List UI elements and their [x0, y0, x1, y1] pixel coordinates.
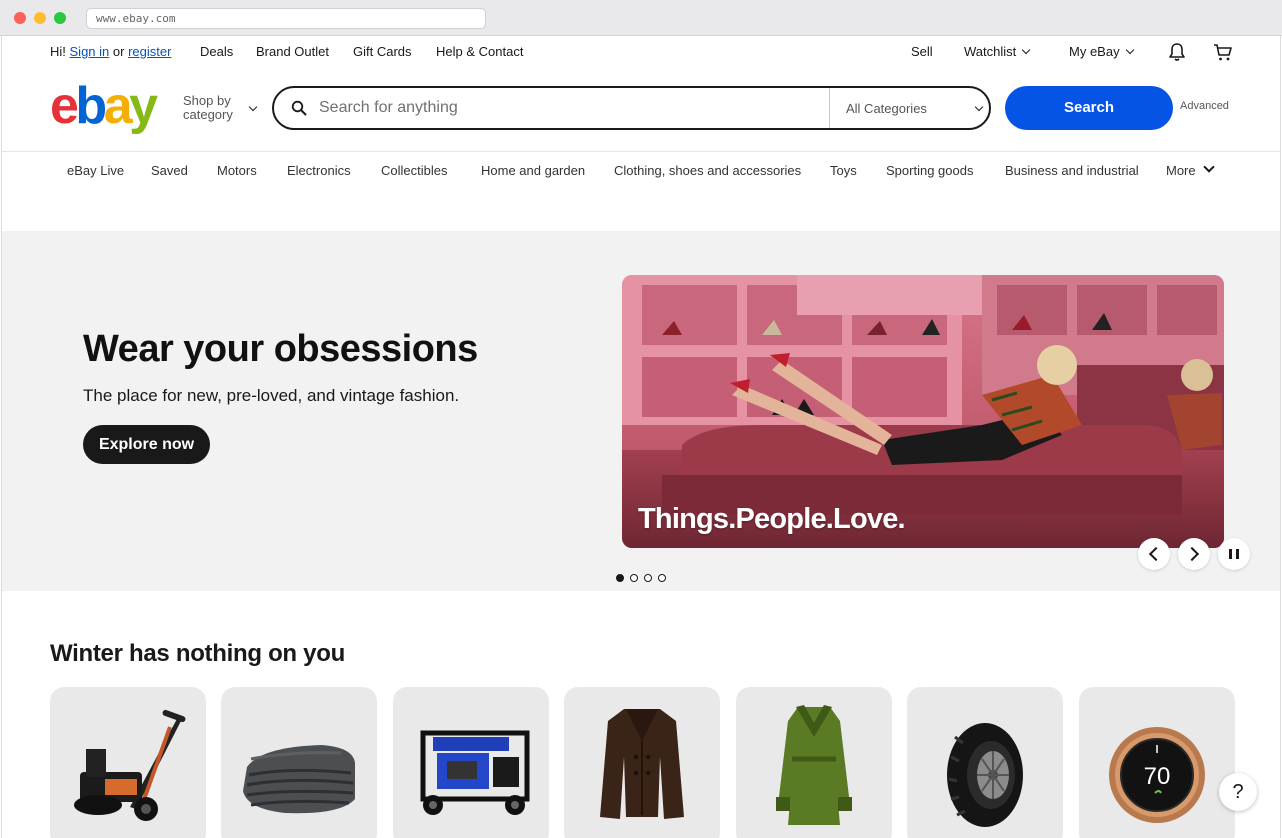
tile-thermostat[interactable]: 70 — [1079, 687, 1235, 838]
hero-title: Wear your obsessions — [83, 328, 478, 370]
nav-more[interactable]: More — [1166, 161, 1215, 178]
hero-banner: Wear your obsessions The place for new, … — [2, 231, 1280, 591]
advanced-search-link[interactable]: Advanced — [1180, 100, 1229, 112]
brand-outlet-link[interactable]: Brand Outlet — [256, 44, 329, 59]
carousel-indicators — [616, 569, 672, 582]
category-select[interactable]: All Categories — [829, 88, 989, 128]
thermostat-display: 70 — [1144, 763, 1171, 790]
gift-cards-link[interactable]: Gift Cards — [353, 44, 412, 59]
leather-coat-image — [600, 709, 684, 819]
carousel-dot[interactable] — [658, 574, 666, 582]
deals-link[interactable]: Deals — [200, 44, 233, 59]
green-coat-image — [776, 705, 852, 825]
nav-electronics[interactable]: Electronics — [287, 163, 351, 178]
tile-leather-coat[interactable] — [564, 687, 720, 838]
address-bar[interactable]: www.ebay.com — [86, 8, 486, 29]
nav-home-and-garden[interactable]: Home and garden — [481, 163, 585, 178]
chevron-left-icon — [1148, 546, 1164, 562]
window-close-button[interactable] — [14, 12, 26, 24]
window-minimize-button[interactable] — [34, 12, 46, 24]
bell-icon[interactable] — [1168, 42, 1186, 62]
blanket-image — [243, 745, 355, 814]
nav-saved[interactable]: Saved — [151, 163, 188, 178]
chevron-down-icon — [974, 102, 984, 112]
utility-bar: Hi! Sign in or register Deals Brand Outl… — [2, 36, 1280, 68]
sign-in-link[interactable]: Sign in — [70, 44, 110, 59]
nav-business-industrial[interactable]: Business and industrial — [1005, 163, 1139, 178]
explore-now-button[interactable]: Explore now — [83, 425, 210, 464]
carousel-prev-button[interactable] — [1138, 538, 1170, 570]
chevron-down-icon — [248, 102, 258, 112]
help-button[interactable]: ? — [1219, 773, 1257, 811]
chevron-down-icon — [1202, 161, 1215, 173]
nav-clothing[interactable]: Clothing, shoes and accessories — [614, 163, 801, 178]
carousel-pause-button[interactable] — [1218, 538, 1250, 570]
hero-subtitle: The place for new, pre-loved, and vintag… — [83, 386, 460, 405]
window-maximize-button[interactable] — [54, 12, 66, 24]
chevron-down-icon — [1022, 45, 1031, 55]
carousel-dot[interactable] — [644, 574, 652, 582]
ebay-page: Hi! Sign in or register Deals Brand Outl… — [1, 36, 1281, 838]
my-ebay-menu[interactable]: My eBay — [1069, 44, 1134, 59]
search-input[interactable] — [319, 96, 819, 120]
browser-chrome: www.ebay.com — [0, 0, 1282, 36]
winter-tire-image — [947, 723, 1023, 827]
nav-motors[interactable]: Motors — [217, 163, 257, 178]
generator-image — [420, 730, 530, 815]
section-title: Winter has nothing on you — [50, 640, 345, 667]
ebay-logo[interactable]: ebay — [50, 80, 158, 134]
chevron-down-icon — [1125, 45, 1134, 55]
carousel-next-button[interactable] — [1178, 538, 1210, 570]
pause-icon — [1236, 549, 1239, 559]
category-nav: eBay Live Saved Motors Electronics Colle… — [2, 151, 1280, 191]
tile-blanket[interactable] — [221, 687, 377, 838]
search-icon — [291, 100, 307, 116]
nav-ebay-live[interactable]: eBay Live — [67, 163, 124, 178]
thermostat-image: 70 — [1109, 727, 1205, 823]
hero-image[interactable]: Things.People.Love. — [622, 275, 1224, 548]
register-link[interactable]: register — [128, 44, 171, 59]
tile-snow-blower[interactable] — [50, 687, 206, 838]
search-bar: All Categories — [272, 86, 991, 130]
pause-icon — [1229, 549, 1232, 559]
nav-toys[interactable]: Toys — [830, 163, 857, 178]
tile-green-coat[interactable] — [736, 687, 892, 838]
carousel-dot[interactable] — [630, 574, 638, 582]
help-contact-link[interactable]: Help & Contact — [436, 44, 523, 59]
nav-sporting-goods[interactable]: Sporting goods — [886, 163, 973, 178]
search-button[interactable]: Search — [1005, 86, 1173, 130]
sell-link[interactable]: Sell — [911, 44, 933, 59]
carousel-dot[interactable] — [616, 574, 624, 582]
watchlist-menu[interactable]: Watchlist — [964, 44, 1031, 59]
chevron-right-icon — [1184, 546, 1200, 562]
hero-image-caption: Things.People.Love. — [638, 503, 906, 535]
snow-blower-image — [74, 709, 186, 821]
cart-icon[interactable] — [1213, 42, 1233, 62]
nav-collectibles[interactable]: Collectibles — [381, 163, 447, 178]
shop-by-category-button[interactable]: Shop by category — [183, 94, 258, 122]
tile-generator[interactable] — [393, 687, 549, 838]
tile-winter-tire[interactable] — [907, 687, 1063, 838]
greeting: Hi! Sign in or register — [50, 44, 172, 59]
